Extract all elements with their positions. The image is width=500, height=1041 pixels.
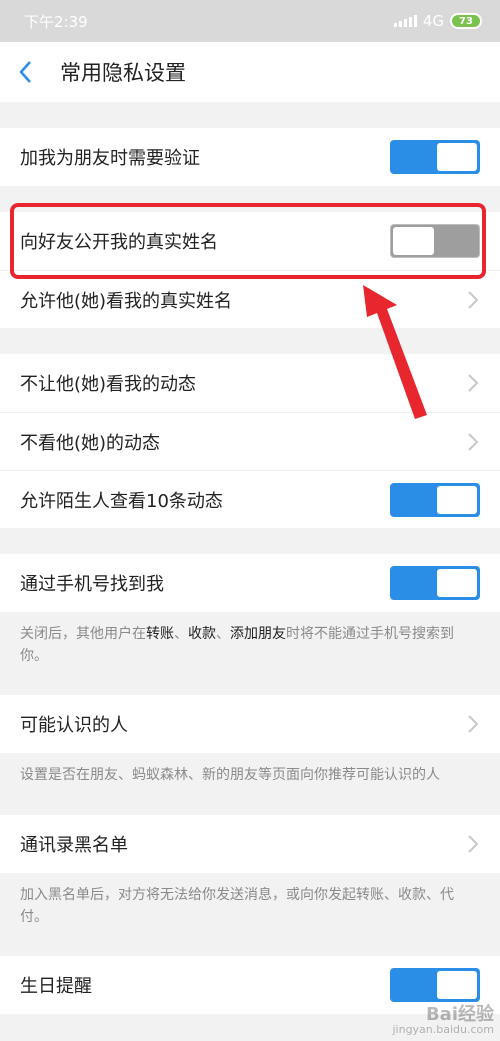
blacklist-row[interactable]: 通讯录黑名单 (0, 815, 500, 873)
blacklist-note: 加入黑名单后，对方将无法给你发送消息，或向你发起转账、收款、代付。 (0, 873, 500, 943)
verify-friend-toggle[interactable] (390, 140, 480, 174)
verify-friend-row: 加我为朋友时需要验证 (0, 128, 500, 186)
maybe-known-group: 可能认识的人 (0, 695, 500, 754)
chevron-right-icon (468, 715, 479, 734)
hide-their-moments-label: 不看他(她)的动态 (20, 432, 161, 454)
chevron-right-icon (468, 835, 479, 853)
stranger-moments-label: 允许陌生人查看10条动态 (20, 490, 223, 512)
status-bar: 下午2:39 4G 73 (0, 0, 500, 42)
battery-level: 73 (459, 15, 473, 27)
hide-my-moments-label: 不让他(她)看我的动态 (20, 374, 197, 395)
stranger-moments-row: 允许陌生人查看10条动态 (0, 470, 500, 528)
maybe-known-row[interactable]: 可能认识的人 (0, 695, 500, 753)
blacklist-group: 通讯录黑名单 (0, 815, 500, 874)
highlight-box (10, 203, 486, 279)
maybe-known-label: 可能认识的人 (20, 715, 128, 737)
chevron-left-icon (19, 61, 31, 83)
birthday-label: 生日提醒 (20, 976, 92, 998)
watermark-url: jingyan.baidu.com (392, 1023, 494, 1036)
watermark-logo: Bai经验 jingyan.baidu.com (392, 1004, 494, 1036)
chevron-right-icon (468, 374, 479, 392)
battery-icon: 73 (450, 13, 482, 29)
status-time: 下午2:39 (24, 12, 88, 31)
red-arrow-icon (363, 285, 427, 419)
verify-friend-label: 加我为朋友时需要验证 (20, 148, 200, 169)
find-by-phone-row: 通过手机号找到我 (0, 554, 500, 612)
verify-group: 加我为朋友时需要验证 (0, 128, 500, 186)
page-title: 常用隐私设置 (60, 61, 186, 85)
blacklist-label: 通讯录黑名单 (20, 835, 128, 857)
stranger-moments-toggle[interactable] (390, 482, 480, 517)
watermark-brand: Bai经验 (425, 1004, 494, 1025)
chevron-right-icon (468, 290, 479, 309)
network-type: 4G (422, 12, 444, 30)
nav-bar: 常用隐私设置 (0, 42, 500, 102)
find-by-phone-toggle[interactable] (390, 566, 480, 600)
find-by-phone-label: 通过手机号找到我 (20, 574, 164, 595)
phone-group: 通过手机号找到我 (0, 554, 500, 612)
allow-real-name-label: 允许他(她)看我的真实姓名 (20, 290, 233, 312)
chevron-right-icon (468, 432, 479, 451)
maybe-known-note: 设置是否在朋友、蚂蚁森林、新的朋友等页面向你推荐可能认识的人 (0, 753, 500, 802)
phone-note: 关闭后，其他用户在转账、收款、添加朋友时将不能通过手机号搜索到你。 (0, 612, 500, 682)
status-icons: 4G 73 (393, 12, 482, 30)
back-button[interactable] (18, 52, 48, 92)
signal-icon (393, 15, 417, 27)
birthday-toggle[interactable] (390, 968, 480, 1003)
